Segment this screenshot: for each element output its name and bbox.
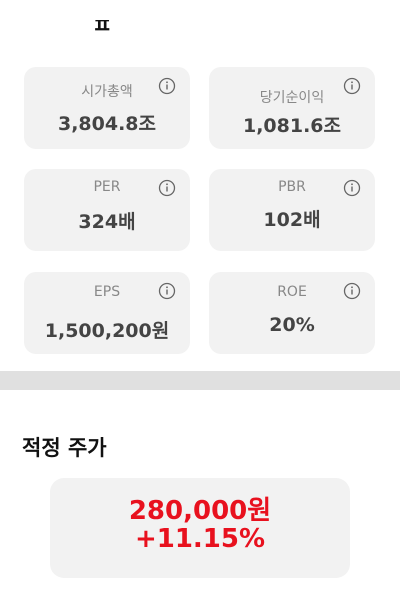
- metric-value: 1,500,200원: [44, 320, 170, 342]
- metric-value: 1,081.6조: [242, 115, 342, 137]
- metric-card-market-cap: 시가총액 3,804.8조: [24, 67, 190, 149]
- info-circle-icon[interactable]: [158, 77, 176, 95]
- fair-price-box: 280,000원 +11.15%: [50, 478, 350, 578]
- metric-value: 20%: [269, 314, 315, 336]
- fair-price-change: +11.15%: [134, 524, 266, 554]
- metric-value: 102배: [263, 209, 321, 231]
- metric-value: 324배: [78, 211, 136, 233]
- metric-value: 3,804.8조: [57, 113, 157, 135]
- info-circle-icon[interactable]: [343, 179, 361, 197]
- fair-price-value: 280,000원: [128, 496, 272, 526]
- info-circle-icon[interactable]: [158, 179, 176, 197]
- fair-price-title: 적정 주가: [22, 436, 107, 460]
- info-circle-icon[interactable]: [158, 282, 176, 300]
- metric-card-eps: EPS 1,500,200원: [24, 272, 190, 354]
- metric-card-pbr: PBR 102배: [209, 169, 375, 251]
- metric-card-per: PER 324배: [24, 169, 190, 251]
- section-divider: [0, 371, 400, 390]
- partial-header-title: ㅍ: [92, 14, 113, 38]
- info-circle-icon[interactable]: [343, 282, 361, 300]
- metric-card-roe: ROE 20%: [209, 272, 375, 354]
- info-circle-icon[interactable]: [343, 77, 361, 95]
- metric-card-net-income: 당기순이익 1,081.6조: [209, 67, 375, 149]
